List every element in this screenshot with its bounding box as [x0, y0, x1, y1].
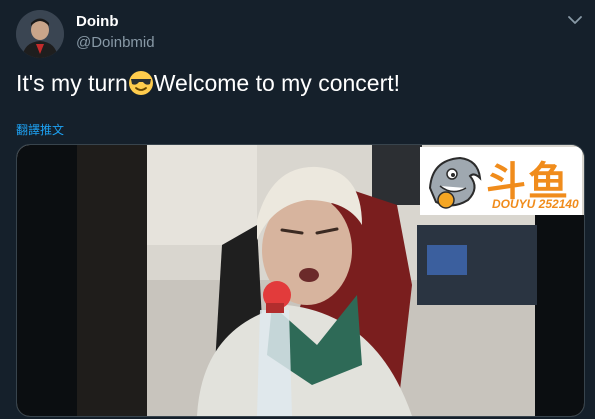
douyu-fish-logo-icon — [428, 156, 482, 209]
tweet-text-part-2: Welcome to my concert! — [153, 70, 401, 96]
chevron-down-icon[interactable] — [568, 15, 582, 25]
tweet-text: It's my turn Welcome to my concert! — [16, 68, 400, 98]
video-media[interactable]: 斗鱼 DOUYU 252140 — [16, 144, 585, 417]
douyu-watermark: 斗鱼 DOUYU 252140 — [420, 147, 582, 215]
douyu-room-id: DOUYU 252140 — [492, 197, 579, 211]
translate-tweet-link[interactable]: 翻譯推文 — [16, 121, 64, 138]
tweet-text-part-1: It's my turn — [16, 70, 128, 96]
author-name[interactable]: Doinb — [76, 13, 119, 30]
avatar[interactable] — [16, 10, 64, 58]
author-handle[interactable]: @Doinbmid — [76, 34, 155, 51]
sunglasses-emoji-icon — [128, 71, 153, 95]
